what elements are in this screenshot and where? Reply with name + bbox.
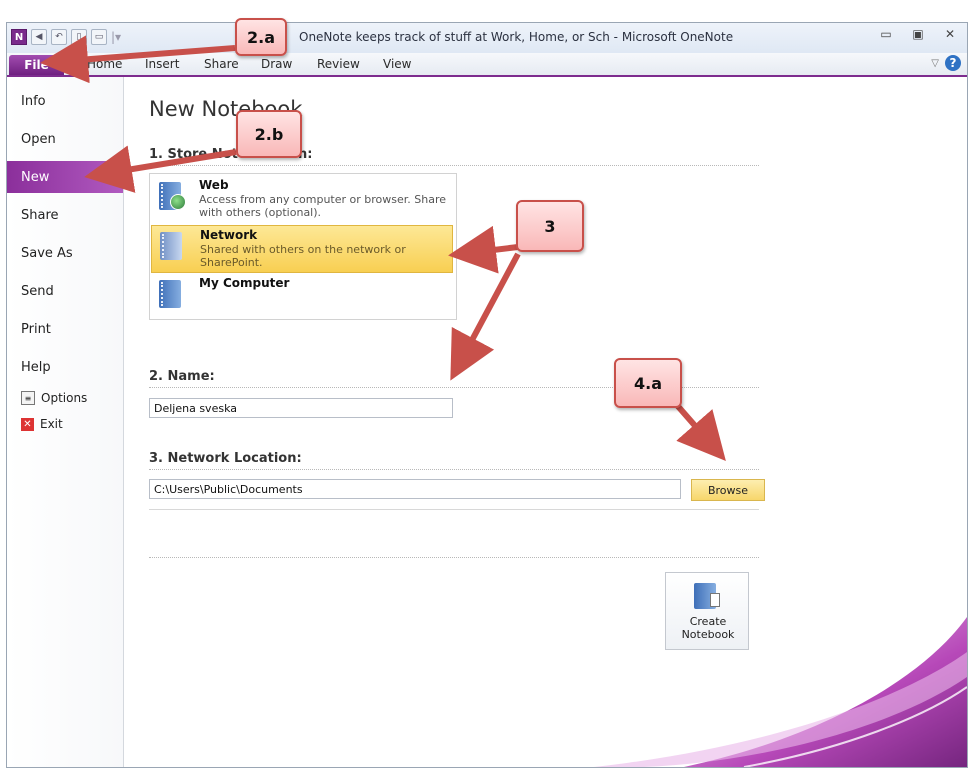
tab-home[interactable]: Home <box>87 57 122 71</box>
close-icon[interactable]: ✕ <box>941 27 959 41</box>
create-label-line2: Notebook <box>681 628 735 641</box>
network-notebook-icon <box>160 232 182 260</box>
sidebar-options-label: Options <box>41 391 88 405</box>
store-option-my-computer[interactable]: My Computer <box>151 274 453 322</box>
undo-icon[interactable]: ↶ <box>51 29 67 45</box>
sidebar-item-help[interactable]: Help <box>7 351 123 383</box>
help-icon[interactable]: ? <box>945 55 961 71</box>
create-label-line1: Create <box>689 615 727 628</box>
location-section-heading: 3. Network Location: <box>149 451 302 466</box>
back-icon[interactable]: ◀ <box>31 29 47 45</box>
window-title: OneNote keeps track of stuff at Work, Ho… <box>299 30 734 44</box>
callout-2a: 2.a <box>235 18 287 56</box>
create-notebook-icon <box>694 583 720 609</box>
store-options-list: Web Access from any computer or browser.… <box>149 173 457 320</box>
callout-3: 3 <box>516 200 584 252</box>
sidebar-item-save-as[interactable]: Save As <box>7 237 123 269</box>
sidebar-item-send[interactable]: Send <box>7 275 123 307</box>
store-option-title: Network <box>200 228 258 242</box>
divider <box>149 165 759 166</box>
divider <box>149 469 759 470</box>
sidebar-item-open[interactable]: Open <box>7 123 123 155</box>
dock-icon[interactable]: ▯ <box>71 29 87 45</box>
fullpage-icon[interactable]: ▭ <box>91 29 107 45</box>
store-option-desc: Shared with others on the network or Sha… <box>200 243 406 269</box>
minimize-ribbon-icon[interactable]: ▽ <box>931 58 939 69</box>
sidebar-item-new[interactable]: New <box>7 161 123 193</box>
globe-icon <box>170 194 186 210</box>
sidebar-item-options[interactable]: ≡ Options <box>21 391 87 405</box>
divider <box>149 557 759 558</box>
ribbon-tabs: File Home Insert Share Draw Review View … <box>7 53 967 77</box>
tab-insert[interactable]: Insert <box>145 57 179 71</box>
ribbon-right-controls: ▽ ? <box>931 55 961 71</box>
backstage-sidebar: Info Open New Share Save As Send Print H… <box>7 77 124 767</box>
tab-view[interactable]: View <box>383 57 411 71</box>
sidebar-item-share[interactable]: Share <box>7 199 123 231</box>
notebook-name-field[interactable]: Deljena sveska <box>149 398 453 418</box>
divider <box>149 509 759 510</box>
tab-review[interactable]: Review <box>317 57 360 71</box>
create-notebook-label: Create Notebook <box>666 615 750 641</box>
window-controls: ▭ ▣ ✕ <box>877 27 959 41</box>
browse-button[interactable]: Browse <box>691 479 765 501</box>
quick-access-toolbar: N ◀ ↶ ▯ ▭ |▾ <box>11 29 121 45</box>
onenote-logo-icon: N <box>11 29 27 45</box>
sidebar-item-exit[interactable]: ✕ Exit <box>21 417 63 431</box>
maximize-icon[interactable]: ▣ <box>909 27 927 41</box>
sidebar-exit-label: Exit <box>40 417 63 431</box>
exit-icon: ✕ <box>21 417 34 431</box>
network-location-field[interactable]: C:\Users\Public\Documents <box>149 479 681 499</box>
store-option-web[interactable]: Web Access from any computer or browser.… <box>151 176 453 224</box>
callout-4a: 4.a <box>614 358 682 408</box>
tab-file[interactable]: File <box>9 55 64 75</box>
onenote-window: N ◀ ↶ ▯ ▭ |▾ OneNote keeps track of stuf… <box>6 22 968 768</box>
create-notebook-button[interactable]: Create Notebook <box>665 572 749 650</box>
store-option-network[interactable]: Network Shared with others on the networ… <box>151 225 453 273</box>
title-bar: N ◀ ↶ ▯ ▭ |▾ OneNote keeps track of stuf… <box>7 23 967 53</box>
tab-draw[interactable]: Draw <box>261 57 292 71</box>
new-notebook-panel: New Notebook 1. Store Notebook On: Web A… <box>124 77 967 767</box>
sidebar-item-info[interactable]: Info <box>7 85 123 117</box>
name-section-heading: 2. Name: <box>149 369 215 384</box>
customize-toolbar-icon[interactable]: |▾ <box>111 30 121 44</box>
minimize-icon[interactable]: ▭ <box>877 27 895 41</box>
store-option-title: My Computer <box>199 276 290 290</box>
options-icon: ≡ <box>21 391 35 405</box>
tab-share[interactable]: Share <box>204 57 239 71</box>
sidebar-item-print[interactable]: Print <box>7 313 123 345</box>
store-option-desc: Access from any computer or browser. Sha… <box>199 193 447 219</box>
notebook-icon <box>159 280 181 308</box>
store-option-title: Web <box>199 178 229 192</box>
callout-2b: 2.b <box>236 110 302 158</box>
